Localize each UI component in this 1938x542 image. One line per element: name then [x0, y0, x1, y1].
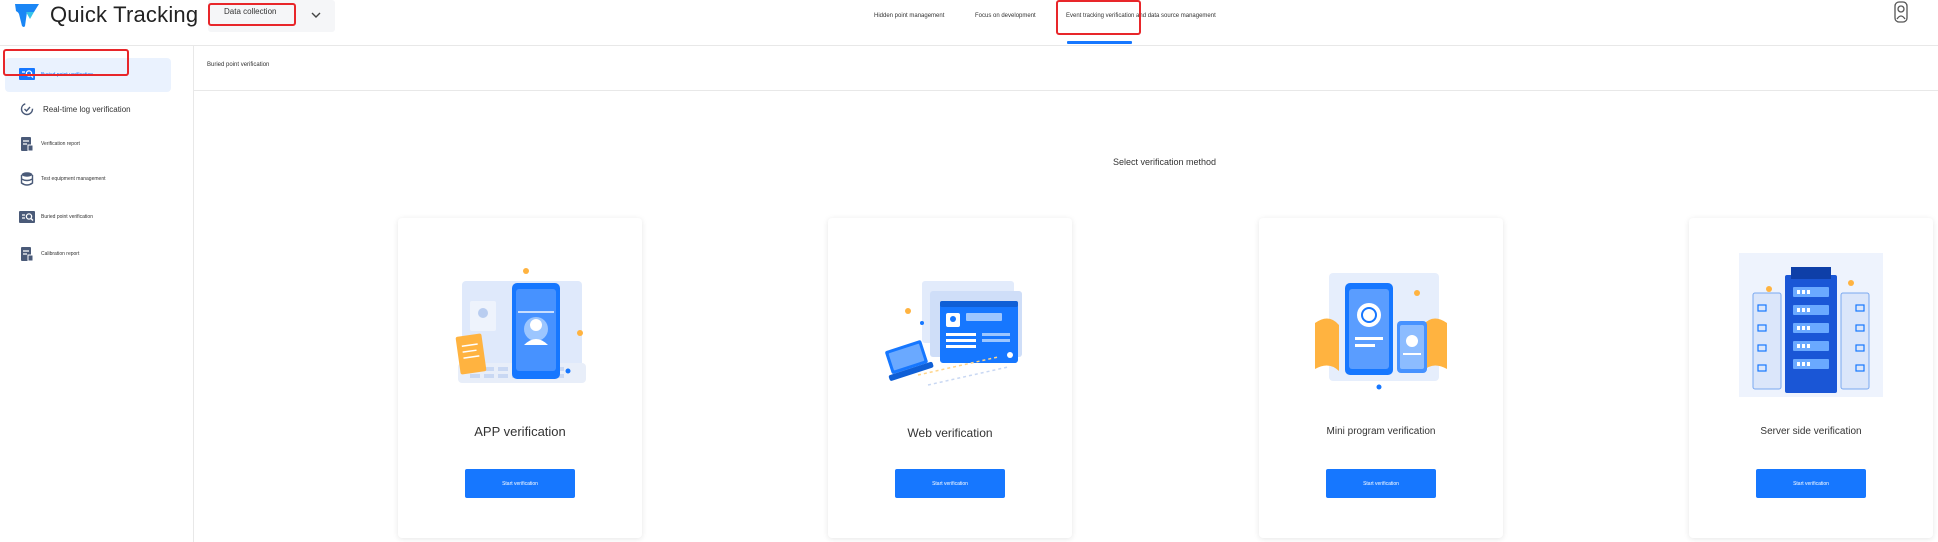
logo-icon — [15, 4, 39, 27]
app-verification-illustration — [455, 268, 586, 383]
card-server-side-verification: Server side verification Start verificat… — [1689, 218, 1933, 538]
start-verification-button[interactable]: Start verification — [895, 469, 1005, 498]
sidebar-item-label: Calibration report — [41, 251, 80, 257]
tab-focus-on-development[interactable]: Focus on development — [975, 13, 1036, 19]
card-app-verification: APP verification Start verification — [398, 218, 642, 538]
highlight-box-tab — [1056, 0, 1141, 35]
database-icon — [20, 172, 34, 186]
start-verification-button[interactable]: Start verification — [465, 469, 575, 498]
section-title: Select verification method — [1113, 157, 1217, 167]
chevron-down-icon — [311, 12, 321, 18]
sidebar-item-label: Real-time log verification — [43, 104, 131, 114]
card-title: Web verification — [907, 426, 993, 440]
sidebar-item-calibration-report[interactable]: Calibration report — [5, 237, 171, 271]
sidebar-item-verification-report[interactable]: Verification report — [5, 127, 171, 161]
sidebar-item-test-equipment-management[interactable]: Test equipment management — [5, 162, 171, 196]
user-avatar-icon[interactable] — [1893, 0, 1909, 24]
highlight-box-sidebar — [3, 49, 129, 76]
start-verification-button[interactable]: Start verification — [1756, 469, 1866, 498]
breadcrumb-bar: Buried point verification — [194, 46, 1938, 91]
sidebar-item-label: Verification report — [41, 141, 80, 147]
breadcrumb: Buried point verification — [207, 62, 270, 68]
card-title: APP verification — [474, 424, 566, 439]
sidebar-item-real-time-log-verification[interactable]: Real-time log verification — [5, 92, 171, 126]
scan-search-icon — [19, 211, 35, 223]
card-web-verification: Web verification Start verification — [828, 218, 1072, 538]
web-verification-illustration — [885, 281, 1022, 386]
realtime-check-icon — [20, 102, 34, 116]
sidebar-item-buried-point-verification-2[interactable]: Buried point verification — [5, 200, 171, 234]
sidebar: Buried point verification Real-time log … — [0, 46, 194, 542]
report-icon — [21, 137, 34, 152]
sidebar-item-label: Test equipment management — [41, 176, 106, 182]
card-title: Server side verification — [1760, 426, 1862, 437]
highlight-box-select — [208, 3, 296, 26]
card-mini-program-verification: Mini program verification Start verifica… — [1259, 218, 1503, 538]
sidebar-item-label: Buried point verification — [41, 214, 93, 220]
top-bar: Quick Tracking Data collection Hidden po… — [0, 0, 1938, 46]
card-title: Mini program verification — [1326, 426, 1436, 437]
logo[interactable]: Quick Tracking — [12, 0, 198, 30]
app-name: Quick Tracking — [50, 2, 199, 27]
active-tab-indicator — [1067, 41, 1132, 44]
start-verification-button[interactable]: Start verification — [1326, 469, 1436, 498]
mini-program-illustration — [1315, 273, 1447, 390]
server-illustration — [1739, 253, 1883, 397]
report-icon — [21, 247, 34, 262]
tab-hidden-point-management[interactable]: Hidden point management — [874, 13, 944, 19]
